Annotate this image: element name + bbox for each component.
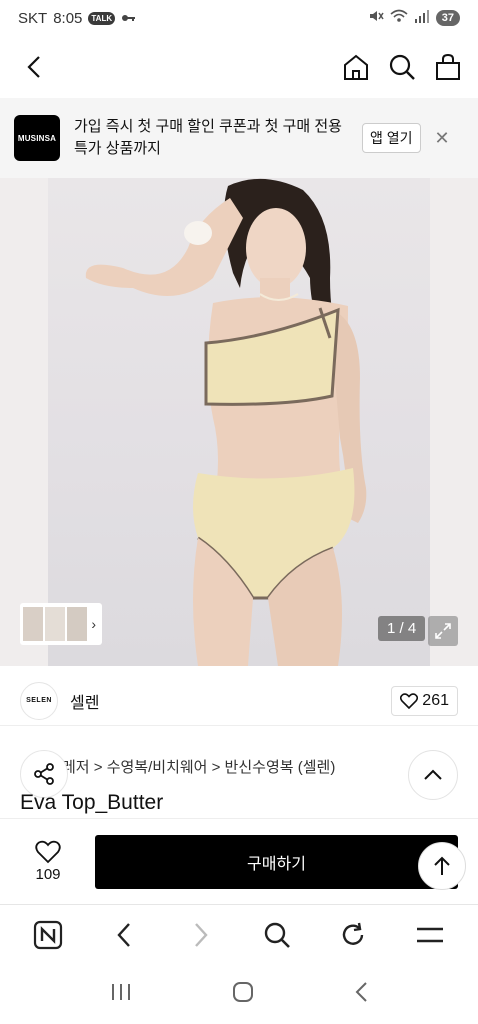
shopping-bag-icon — [436, 53, 460, 80]
brand-logo[interactable]: SELEN — [20, 681, 58, 720]
home-button[interactable] — [340, 51, 372, 83]
banner-message: 가입 즉시 첫 구매 할인 쿠폰과 첫 구매 전용 특가 상품까지 — [74, 118, 342, 157]
thumbnail[interactable] — [45, 607, 65, 641]
close-banner-button[interactable]: ✕ — [435, 128, 450, 149]
product-image-gallery[interactable]: › 1 / 4 — [0, 178, 478, 666]
expand-icon — [435, 623, 451, 639]
musinsa-logo: MUSINSA — [14, 115, 60, 161]
cart-button[interactable] — [432, 51, 464, 83]
home-nav-button[interactable] — [232, 981, 254, 1008]
image-counter: 1 / 4 — [378, 616, 426, 641]
chevron-right-icon: › — [91, 616, 96, 632]
back-button[interactable] — [14, 47, 54, 87]
open-app-button[interactable]: 앱 열기 — [362, 123, 421, 153]
browser-back-button[interactable] — [104, 915, 144, 955]
product-photo — [48, 178, 430, 666]
purchase-bar: 109 구매하기 — [0, 818, 478, 904]
chevron-right-icon — [194, 922, 208, 947]
browser-menu-button[interactable] — [410, 915, 450, 955]
buy-button[interactable]: 구매하기 — [95, 834, 458, 889]
heart-icon — [400, 692, 419, 709]
thumbnail-strip[interactable]: › — [20, 603, 102, 645]
carrier: SKT — [18, 9, 48, 27]
brand-like-count: 261 — [422, 691, 449, 709]
top-navigation — [0, 36, 478, 98]
search-button[interactable] — [386, 51, 418, 83]
home-circle-icon — [233, 981, 253, 1002]
clock: 8:05 — [53, 9, 83, 27]
chevron-left-icon — [27, 56, 40, 78]
chevron-up-icon — [424, 769, 442, 780]
share-icon — [34, 763, 54, 785]
back-nav-button[interactable] — [354, 981, 368, 1008]
product-title: Eva Top_Butter — [20, 791, 164, 814]
browser-forward-button[interactable] — [181, 915, 221, 955]
browser-refresh-button[interactable] — [333, 915, 373, 955]
recent-apps-icon — [112, 983, 130, 1000]
browser-toolbar — [0, 904, 478, 964]
breadcrumb-text[interactable]: 레저 > 수영복/비치웨어 > 반신수영복 (셀렌) — [62, 759, 335, 776]
app-install-banner: MUSINSA 가입 즉시 첫 구매 할인 쿠폰과 첫 구매 전용 특가 상품까… — [0, 98, 478, 178]
naver-n-icon — [34, 920, 63, 949]
heart-icon — [35, 840, 61, 864]
thumbnail[interactable] — [23, 607, 43, 641]
expand-button[interactable] — [428, 616, 458, 646]
wish-count: 109 — [35, 866, 61, 883]
status-bar: SKT 8:05 TALK 37 — [0, 0, 478, 36]
key-icon — [121, 10, 136, 27]
thumbnail[interactable] — [67, 607, 87, 641]
search-icon — [264, 922, 291, 948]
wifi-icon — [390, 9, 408, 27]
talk-notification-icon: TALK — [88, 11, 116, 25]
chevron-left-icon — [355, 981, 367, 1002]
brand-name[interactable]: 셀렌 — [70, 689, 99, 713]
naver-home-button[interactable] — [28, 915, 68, 955]
hamburger-menu-icon — [416, 927, 443, 942]
scroll-to-top-button[interactable] — [418, 842, 466, 890]
refresh-icon — [343, 922, 364, 945]
browser-search-button[interactable] — [257, 915, 297, 955]
model-illustration — [85, 178, 367, 666]
home-icon — [344, 54, 368, 80]
brand-row: SELEN 셀렌 261 — [0, 676, 478, 726]
collapse-button[interactable] — [408, 750, 458, 800]
arrow-up-icon — [434, 856, 450, 875]
chevron-left-icon — [117, 922, 131, 947]
battery-indicator: 37 — [435, 10, 460, 26]
mute-icon — [368, 9, 384, 27]
wish-button[interactable]: 109 — [16, 840, 80, 883]
breadcrumb[interactable]: 레저 > 수영복/비치웨어 > 반신수영복 (셀렌) — [20, 756, 400, 777]
brand-like-button[interactable]: 261 — [391, 685, 458, 716]
search-icon — [389, 54, 415, 80]
system-navigation-bar — [0, 964, 478, 1024]
recent-apps-button[interactable] — [110, 982, 132, 1007]
signal-icon — [414, 9, 430, 27]
